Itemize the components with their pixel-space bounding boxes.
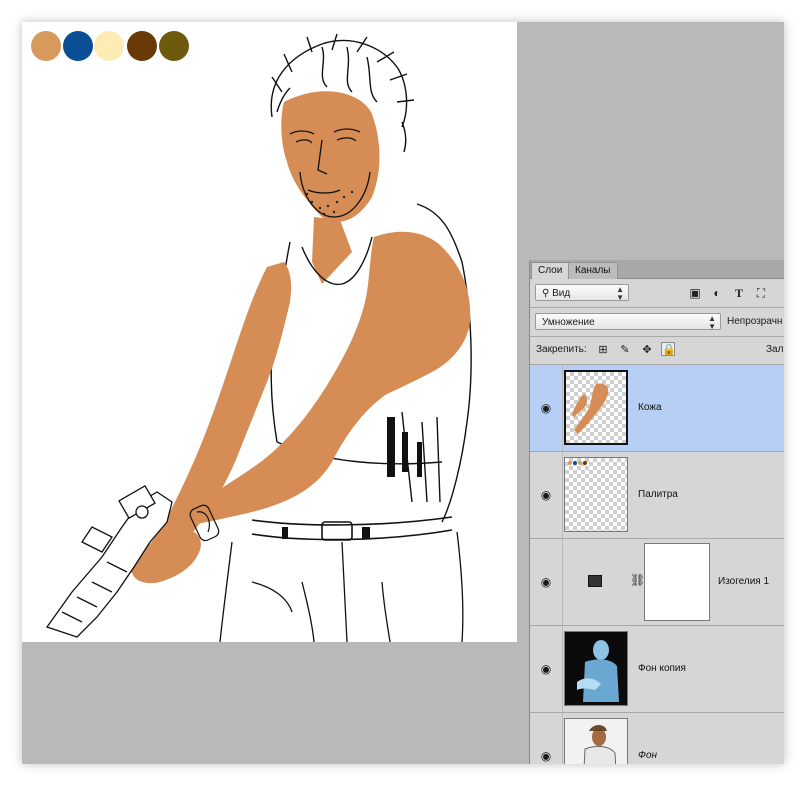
visibility-column: ◉	[530, 452, 563, 538]
tab-layers[interactable]: Слои	[531, 262, 570, 279]
type-filter-icon[interactable]: T	[732, 286, 746, 300]
layer-name[interactable]: Фон	[638, 750, 657, 761]
swatch-dot	[573, 461, 577, 465]
layers-list: ◉ Кожа ◉ Палитра ◉ ⛓ Изогелия 1 ◉ Фон ко…	[530, 365, 784, 764]
adjustment-layer-icon	[588, 575, 602, 587]
stepper-arrows-icon: ▲ ▼	[708, 314, 716, 331]
opacity-label: Непрозрачн	[727, 316, 783, 327]
layer-mask-thumbnail[interactable]	[644, 543, 710, 621]
swatch-dot	[583, 461, 587, 465]
eye-icon[interactable]: ◉	[538, 661, 554, 677]
blend-mode-value: Умножение	[542, 317, 595, 328]
layer-row-background[interactable]: ◉ Фон	[530, 713, 784, 764]
document-canvas[interactable]	[22, 22, 517, 642]
adjustment-filter-icon[interactable]: ◐	[710, 286, 724, 300]
visibility-column: ◉	[530, 539, 563, 625]
layer-row-skin[interactable]: ◉ Кожа	[530, 365, 784, 452]
eye-icon[interactable]: ◉	[538, 400, 554, 416]
chain-link-icon[interactable]: ⛓	[630, 573, 645, 587]
layer-row-isohelie[interactable]: ◉ ⛓ Изогелия 1	[530, 539, 784, 626]
visibility-column: ◉	[530, 626, 563, 712]
lock-row: Закрепить: ⊞ ✎ ✥ 🔒 Зал	[530, 337, 784, 363]
visibility-column: ◉	[530, 713, 563, 764]
visibility-column: ◉	[530, 365, 563, 451]
layer-thumbnail	[564, 631, 628, 706]
shape-filter-icon[interactable]: ⛶	[754, 286, 768, 300]
image-filter-icon[interactable]: ▣	[688, 286, 702, 300]
eye-icon[interactable]: ◉	[538, 748, 554, 764]
layer-row-palette[interactable]: ◉ Палитра	[530, 452, 784, 539]
layers-panel: Слои Каналы ⚲ Вид ▲ ▼ ▣ ◐ T ⛶ Умножение ▲…	[529, 260, 784, 764]
layer-thumbnail	[564, 457, 628, 532]
lock-transparent-icon[interactable]: ⊞	[596, 343, 610, 357]
layer-name[interactable]: Фон копия	[638, 663, 686, 674]
swatch-dot	[568, 461, 572, 465]
eye-icon[interactable]: ◉	[538, 487, 554, 503]
swatch-dot	[578, 461, 582, 465]
filter-row: ⚲ Вид ▲ ▼ ▣ ◐ T ⛶	[530, 280, 784, 306]
stepper-arrows-icon: ▲ ▼	[616, 285, 624, 302]
photo-thumbnail	[583, 725, 617, 764]
skin-thumbnail-art	[572, 383, 609, 434]
layer-name[interactable]: Изогелия 1	[718, 576, 769, 587]
layer-name[interactable]: Палитра	[638, 489, 678, 500]
filter-kind-value: Вид	[552, 288, 571, 299]
photoshop-workspace: Слои Каналы ⚲ Вид ▲ ▼ ▣ ◐ T ⛶ Умножение ▲…	[22, 22, 784, 764]
layer-row-background-copy[interactable]: ◉ Фон копия	[530, 626, 784, 713]
layer-name[interactable]: Кожа	[638, 402, 662, 413]
inverted-photo-thumbnail	[577, 640, 619, 702]
lock-all-icon[interactable]: 🔒	[661, 342, 676, 356]
layer-thumbnail	[564, 718, 628, 764]
blend-row: Умножение ▲ ▼ Непрозрачн	[530, 308, 784, 336]
search-icon: ⚲	[542, 288, 550, 299]
panel-tabbar: Слои Каналы	[530, 260, 784, 279]
lock-move-icon[interactable]: ✥	[640, 343, 654, 357]
artwork-illustration	[45, 33, 472, 642]
fill-label: Зал	[766, 344, 784, 355]
layer-thumbnail	[564, 370, 628, 445]
lock-label: Закрепить:	[536, 344, 587, 355]
blend-mode-select[interactable]: Умножение ▲ ▼	[535, 313, 721, 331]
tab-channels[interactable]: Каналы	[568, 262, 618, 279]
eye-icon[interactable]: ◉	[538, 574, 554, 590]
lock-brush-icon[interactable]: ✎	[618, 343, 632, 357]
filter-kind-select[interactable]: ⚲ Вид ▲ ▼	[535, 284, 629, 302]
